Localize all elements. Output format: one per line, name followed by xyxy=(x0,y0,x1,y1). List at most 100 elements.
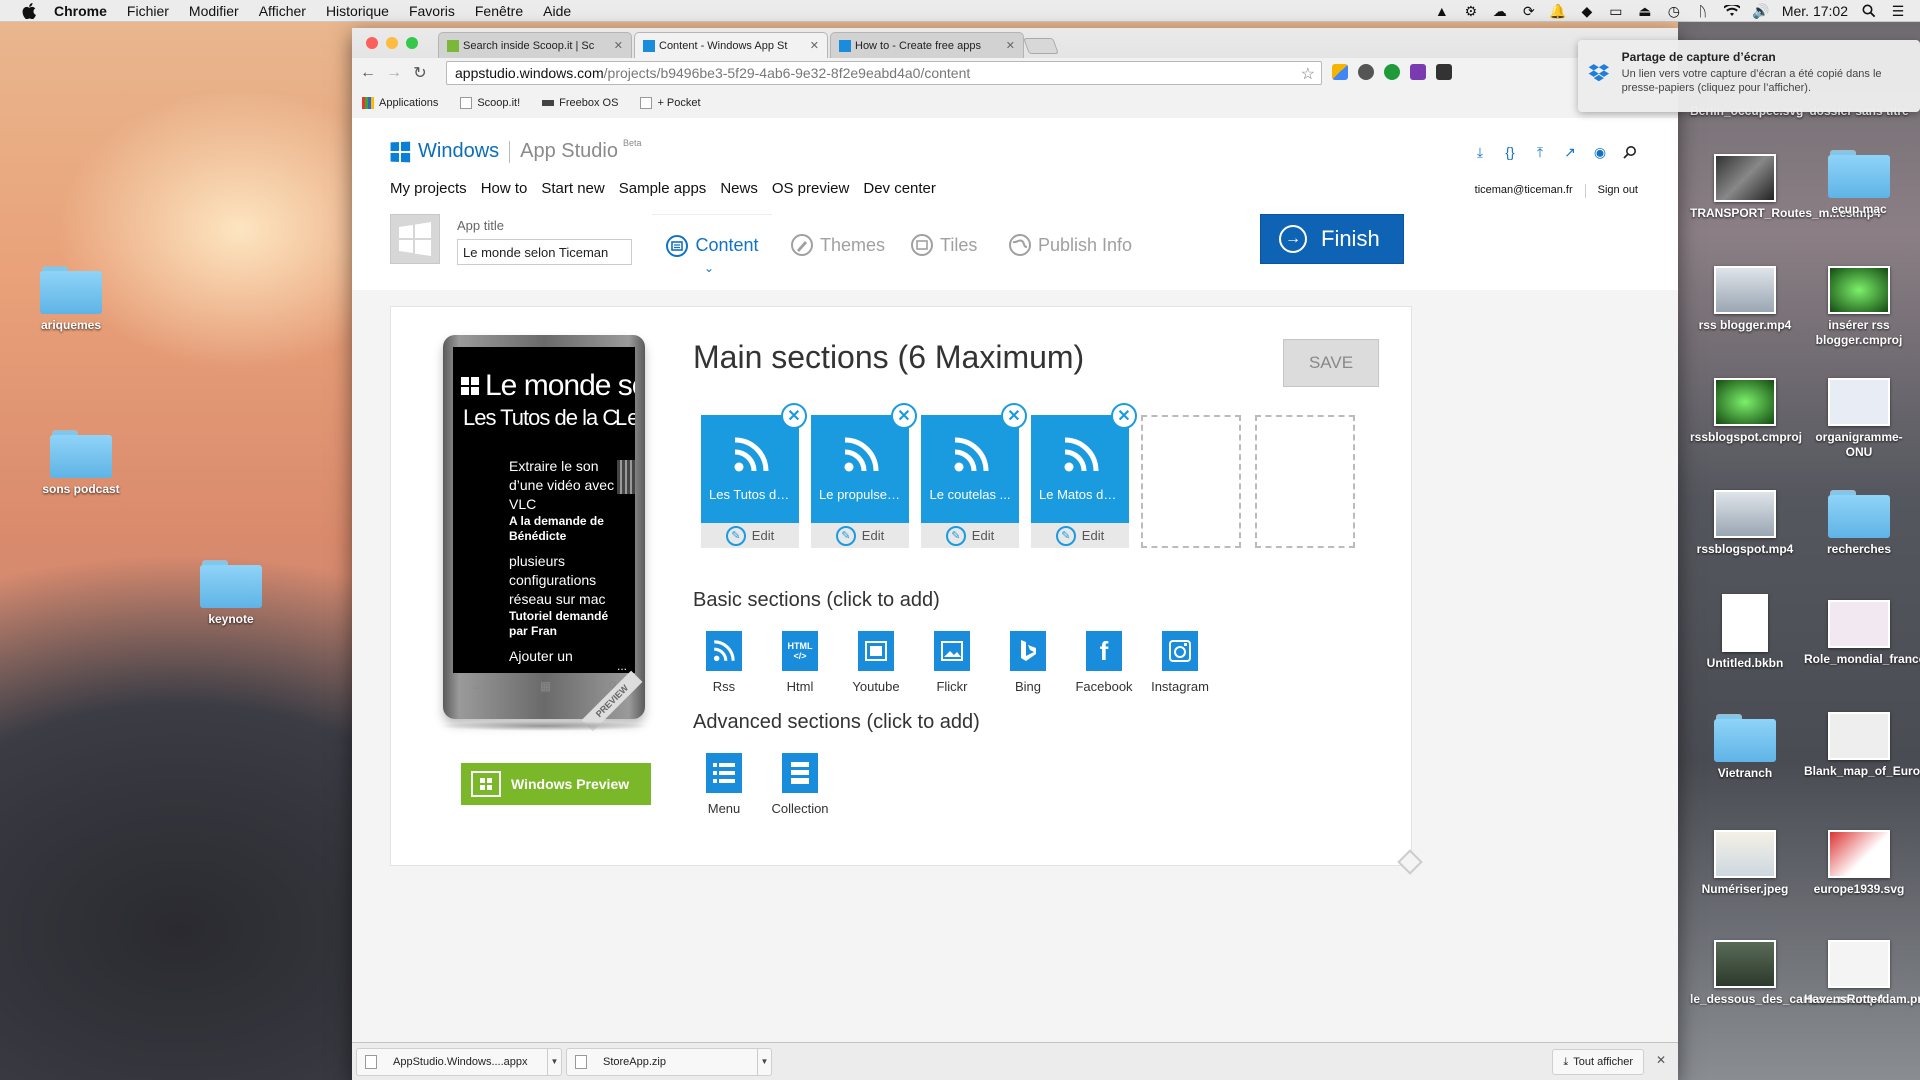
apple-menu-icon[interactable] xyxy=(20,2,38,19)
desktop-folder[interactable]: ecup mac xyxy=(1804,150,1914,217)
desktop-file[interactable]: Blank_map_of_Europe_...939.svg xyxy=(1804,712,1920,779)
close-download-shelf-icon[interactable]: ✕ xyxy=(1656,1053,1666,1067)
download-item[interactable]: StoreApp.zip ▼ xyxy=(566,1047,772,1076)
edit-section-button[interactable]: ✎ Edit xyxy=(811,523,909,548)
edit-section-button[interactable]: ✎ Edit xyxy=(921,523,1019,548)
app-studio-logo[interactable]: Windows App Studio Beta xyxy=(390,138,642,163)
menu-app-name[interactable]: Chrome xyxy=(54,3,107,19)
show-all-downloads-button[interactable]: ⤓ Tout afficher xyxy=(1552,1049,1644,1075)
minimize-window-button[interactable] xyxy=(386,37,398,49)
app-title-input[interactable] xyxy=(457,239,632,265)
empty-section-slot[interactable] xyxy=(1141,415,1241,548)
section-tile[interactable]: Le Matos de ... ✕ xyxy=(1031,403,1137,523)
remove-section-icon[interactable]: ✕ xyxy=(1111,403,1137,429)
tab-themes[interactable]: Themes xyxy=(790,214,885,276)
edit-section-button[interactable]: ✎ Edit xyxy=(1031,523,1129,548)
nav-dev-center[interactable]: Dev center xyxy=(863,180,936,197)
nav-sample-apps[interactable]: Sample apps xyxy=(619,180,707,197)
wifi-icon[interactable] xyxy=(1723,4,1740,18)
desktop-file[interactable]: rss blogger.mp4 xyxy=(1690,266,1800,333)
menu-afficher[interactable]: Afficher xyxy=(259,3,306,19)
close-window-button[interactable] xyxy=(366,37,378,49)
add-bing-section-button[interactable]: Bing xyxy=(993,631,1063,694)
download-icon[interactable]: ⤓ xyxy=(1472,144,1488,160)
add-flickr-section-button[interactable]: Flickr xyxy=(917,631,987,694)
add-menu-section-button[interactable]: Menu xyxy=(689,753,759,816)
evernote-extension-icon[interactable] xyxy=(1384,64,1400,80)
desktop-file[interactable]: Untitled.bkbn xyxy=(1690,594,1800,671)
desktop-folder[interactable]: sons podcast xyxy=(26,430,136,497)
dropbox-icon[interactable]: ◆ xyxy=(1579,3,1595,19)
tab-tiles[interactable]: Tiles xyxy=(910,214,977,276)
close-tab-icon[interactable]: ✕ xyxy=(614,39,623,52)
browser-tab[interactable]: How to - Create free apps ✕ xyxy=(830,32,1024,58)
close-tab-icon[interactable]: ✕ xyxy=(810,39,819,52)
desktop-folder[interactable]: Vietranch xyxy=(1690,714,1800,781)
menubar-clock[interactable]: Mer. 17:02 xyxy=(1782,3,1848,19)
reload-icon[interactable]: ↻ xyxy=(410,63,430,83)
onenote-extension-icon[interactable] xyxy=(1410,64,1426,80)
chevron-down-icon[interactable]: ▼ xyxy=(547,1048,561,1075)
add-rss-section-button[interactable]: Rss xyxy=(689,631,759,694)
menu-fenetre[interactable]: Fenêtre xyxy=(475,3,523,19)
remove-section-icon[interactable]: ✕ xyxy=(781,403,807,429)
user-email[interactable]: ticeman@ticeman.fr xyxy=(1475,184,1573,198)
nav-news[interactable]: News xyxy=(720,180,758,197)
browser-tab[interactable]: Search inside Scoop.it | Sc ✕ xyxy=(438,32,632,58)
desktop-file[interactable]: rssblogspot.cmproj xyxy=(1690,378,1802,445)
gear-icon[interactable]: ⚙ xyxy=(1463,3,1479,19)
desktop-folder[interactable]: keynote xyxy=(176,560,286,627)
address-bar[interactable]: appstudio.windows.com/projects/b9496be3-… xyxy=(446,61,1322,85)
menu-historique[interactable]: Historique xyxy=(326,3,389,19)
bookmark-item[interactable]: Applications xyxy=(362,97,438,109)
sync-icon[interactable]: ⟳ xyxy=(1521,3,1537,19)
add-youtube-section-button[interactable]: Youtube xyxy=(841,631,911,694)
remove-section-icon[interactable]: ✕ xyxy=(891,403,917,429)
extension-icon[interactable] xyxy=(1358,64,1374,80)
time-machine-icon[interactable]: ◷ xyxy=(1666,3,1682,19)
extension-icon[interactable] xyxy=(1436,64,1452,80)
nav-os-preview[interactable]: OS preview xyxy=(772,180,850,197)
spotlight-search-icon[interactable] xyxy=(1861,4,1877,18)
notification-center-icon[interactable]: ☰ xyxy=(1890,3,1906,19)
evernote-icon[interactable]: ▲ xyxy=(1434,3,1450,19)
tab-content[interactable]: Content ⌄ xyxy=(652,214,772,276)
bookmark-item[interactable]: Freebox OS xyxy=(542,97,618,109)
screenshot-notification[interactable]: Partage de capture d’écran Un lien vers … xyxy=(1578,40,1920,112)
menu-aide[interactable]: Aide xyxy=(543,3,571,19)
edit-section-button[interactable]: ✎ Edit xyxy=(701,523,799,548)
browser-tab-active[interactable]: Content - Windows App St ✕ xyxy=(634,32,828,58)
nav-how-to[interactable]: How to xyxy=(481,180,528,197)
close-tab-icon[interactable]: ✕ xyxy=(1006,39,1015,52)
section-tile[interactable]: Le coutelas ... ✕ xyxy=(921,403,1027,523)
eye-icon[interactable]: ◉ xyxy=(1592,144,1608,160)
desktop-folder[interactable]: ariquemes xyxy=(16,266,126,333)
volume-icon[interactable]: 🔊 xyxy=(1752,3,1769,19)
display-icon[interactable]: ▭ xyxy=(1608,3,1624,19)
desktop-file[interactable]: organigramme-ONU xyxy=(1804,378,1914,460)
bookmark-item[interactable]: Scoop.it! xyxy=(460,97,520,109)
desktop-file[interactable]: TRANSPORT_Routes_m...es.mp4 xyxy=(1690,154,1881,221)
upload-icon[interactable]: ⤒ xyxy=(1532,144,1548,160)
desktop-file[interactable]: europe1939.svg xyxy=(1804,830,1914,897)
menu-fichier[interactable]: Fichier xyxy=(127,3,169,19)
menu-modifier[interactable]: Modifier xyxy=(189,3,239,19)
add-html-section-button[interactable]: HTML </> Html xyxy=(765,631,835,694)
app-icon-placeholder[interactable] xyxy=(390,214,440,264)
eject-icon[interactable]: ⏏ xyxy=(1637,3,1653,19)
bell-icon[interactable]: 🔔 xyxy=(1549,3,1566,19)
nav-my-projects[interactable]: My projects xyxy=(390,180,467,197)
remove-section-icon[interactable]: ✕ xyxy=(1001,403,1027,429)
desktop-file[interactable]: Role_mondial_france xyxy=(1804,600,1920,667)
add-collection-section-button[interactable]: Collection xyxy=(765,753,835,816)
nav-start-new[interactable]: Start new xyxy=(541,180,604,197)
section-tile[interactable]: Les Tutos de ... ✕ xyxy=(701,403,807,523)
desktop-file[interactable]: le_dessous_des_cartes....me.mp4 xyxy=(1690,940,1883,1007)
tab-publish-info[interactable]: Publish Info xyxy=(1008,214,1132,276)
download-item[interactable]: AppStudio.Windows....appx ▼ xyxy=(356,1047,562,1076)
cloud-icon[interactable]: ☁ xyxy=(1492,3,1508,19)
desktop-folder[interactable]: recherches xyxy=(1804,490,1914,557)
code-braces-icon[interactable]: {} xyxy=(1502,144,1518,160)
desktop-file[interactable]: Numériser.jpeg xyxy=(1690,830,1800,897)
forward-arrow-icon[interactable]: → xyxy=(384,63,404,83)
